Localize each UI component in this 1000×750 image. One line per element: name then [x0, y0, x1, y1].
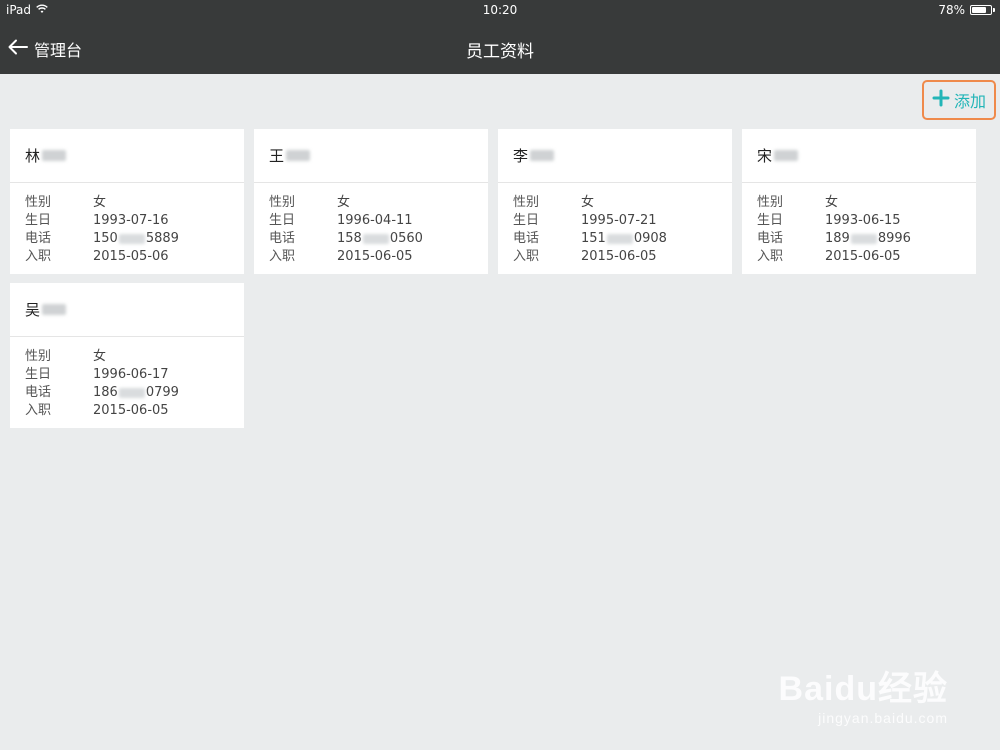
plus-icon	[932, 89, 950, 111]
gender-label: 性别	[513, 195, 540, 210]
joined-value: 2015-06-05	[337, 249, 413, 264]
phone-suffix: 5889	[145, 231, 179, 246]
baidu-watermark: Baidu经验 jingyan.baidu.com	[779, 661, 948, 726]
employee-surname: 林	[25, 147, 41, 165]
employee-card[interactable]: 吴 性别 女 生日 1996-06-17 电话 186 0799 入职 2015-06-0…	[10, 283, 244, 428]
employee-surname: 王	[269, 147, 285, 165]
employee-name: 吴	[10, 283, 244, 337]
gender-label: 性别	[757, 195, 784, 210]
watermark-brand: Baidu经验	[778, 670, 948, 708]
name-redaction	[774, 150, 799, 161]
birthday-value: 1993-06-15	[825, 213, 901, 228]
battery-icon	[970, 5, 995, 15]
top-bar: iPad 10:20 78% 管理台 员工资料	[0, 0, 1000, 74]
phone-value: 189 8996	[825, 230, 911, 248]
phone-redaction	[118, 233, 145, 244]
employee-surname: 宋	[757, 147, 773, 165]
birthday-value: 1993-07-16	[93, 213, 169, 228]
phone-suffix: 0799	[145, 385, 179, 400]
phone-suffix: 0908	[633, 231, 667, 246]
phone-label: 电话	[25, 385, 52, 400]
phone-redaction	[362, 233, 389, 244]
employee-card[interactable]: 王 性别 女 生日 1996-04-11 电话 158 0560 入职 2015-06-0…	[254, 129, 488, 274]
gender-value: 女	[93, 195, 107, 210]
birthday-value: 1995-07-21	[581, 213, 657, 228]
phone-redaction	[118, 387, 145, 398]
name-redaction	[42, 304, 67, 315]
joined-label: 入职	[25, 403, 52, 418]
phone-suffix: 8996	[877, 231, 911, 246]
phone-prefix: 150	[93, 231, 118, 246]
gender-label: 性别	[269, 195, 296, 210]
phone-label: 电话	[25, 231, 52, 246]
employee-card[interactable]: 林 性别 女 生日 1993-07-16 电话 150 5889 入职 2015-05-0…	[10, 129, 244, 274]
phone-redaction	[850, 233, 877, 244]
joined-label: 入职	[25, 249, 52, 264]
employee-name: 宋	[742, 129, 976, 183]
phone-redaction	[606, 233, 633, 244]
gender-value: 女	[93, 349, 107, 364]
joined-value: 2015-06-05	[825, 249, 901, 264]
name-redaction	[530, 150, 555, 161]
employee-card[interactable]: 李 性别 女 生日 1995-07-21 电话 151 0908 入职 2015-06-0…	[498, 129, 732, 274]
add-label: 添加	[953, 92, 986, 111]
phone-prefix: 186	[93, 385, 118, 400]
battery-tip	[993, 8, 995, 12]
employee-name: 王	[254, 129, 488, 183]
phone-value: 186 0799	[93, 384, 179, 402]
name-redaction	[286, 150, 311, 161]
status-right: 78%	[938, 3, 995, 17]
joined-label: 入职	[269, 249, 296, 264]
joined-value: 2015-06-05	[93, 403, 169, 418]
gender-value: 女	[581, 195, 595, 210]
gender-value: 女	[825, 195, 839, 210]
phone-value: 158 0560	[337, 230, 423, 248]
status-time: 10:20	[482, 3, 518, 17]
gender-value: 女	[337, 195, 351, 210]
watermark-url: jingyan.baidu.com	[818, 710, 948, 726]
phone-value: 151 0908	[581, 230, 667, 248]
battery-percent: 78%	[938, 3, 965, 17]
phone-label: 电话	[513, 231, 540, 246]
add-button[interactable]: 添加	[922, 80, 996, 120]
gender-label: 性别	[25, 195, 52, 210]
birthday-label: 生日	[757, 213, 784, 228]
phone-suffix: 0560	[389, 231, 423, 246]
birthday-label: 生日	[25, 213, 52, 228]
page-title: 员工资料	[466, 42, 534, 62]
birthday-value: 1996-06-17	[93, 367, 169, 382]
employee-card[interactable]: 宋 性别 女 生日 1993-06-15 电话 189 8996 入职 2015-06-0…	[742, 129, 976, 274]
gender-label: 性别	[25, 349, 52, 364]
birthday-label: 生日	[25, 367, 52, 382]
employee-name: 李	[498, 129, 732, 183]
birthday-value: 1996-04-11	[337, 213, 413, 228]
joined-value: 2015-05-06	[93, 249, 169, 264]
name-redaction	[42, 150, 67, 161]
employee-name: 林	[10, 129, 244, 183]
phone-prefix: 151	[581, 231, 606, 246]
employee-surname: 李	[513, 147, 529, 165]
joined-value: 2015-06-05	[581, 249, 657, 264]
battery-fill	[972, 7, 987, 13]
employee-surname: 吴	[25, 301, 41, 319]
birthday-label: 生日	[513, 213, 540, 228]
phone-label: 电话	[269, 231, 296, 246]
phone-value: 150 5889	[93, 230, 179, 248]
joined-label: 入职	[757, 249, 784, 264]
birthday-label: 生日	[269, 213, 296, 228]
phone-label: 电话	[757, 231, 784, 246]
phone-prefix: 189	[825, 231, 850, 246]
phone-prefix: 158	[337, 231, 362, 246]
joined-label: 入职	[513, 249, 540, 264]
